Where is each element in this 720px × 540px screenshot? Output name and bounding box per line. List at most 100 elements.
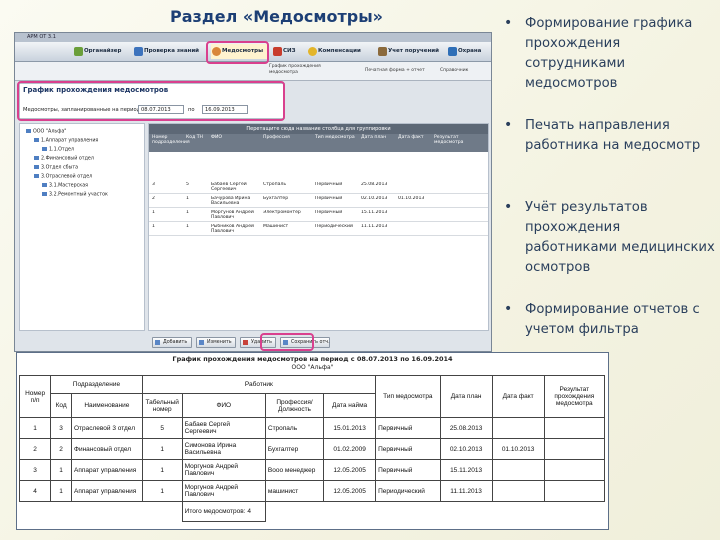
report-cell: 3 — [18, 459, 52, 481]
grid-cell: Бухгалтер — [263, 196, 289, 201]
report-cell — [491, 459, 545, 481]
knowledge-icon — [134, 47, 143, 56]
folder-icon — [34, 174, 39, 178]
grid-cell: Бабаев Сергей Сергеевич — [211, 182, 247, 192]
ribbon-bar: График прохождения медосмотра Печатная ф… — [15, 62, 491, 81]
grid-header-cell[interactable]: Профессия — [263, 135, 307, 140]
toolbar-knowledge-button[interactable]: Проверка знаний — [133, 44, 205, 59]
grid-header-cell[interactable]: Дата факт — [398, 135, 431, 140]
report-header-cell: Дата план — [439, 375, 493, 418]
report-cell: 11.11.2013 — [439, 480, 493, 502]
grid-cell: Бачурова Ирина Васильевна — [211, 196, 251, 206]
report-cell: Моргунов Андрей Павлович — [181, 459, 266, 481]
folder-icon — [34, 156, 39, 160]
folder-icon — [34, 165, 39, 169]
folder-icon — [42, 183, 47, 187]
grid-cell: 1 — [152, 210, 155, 215]
slide-heading: Раздел «Медосмотры» — [170, 7, 383, 26]
report-header-cell: Наименование — [71, 393, 143, 418]
report-cell: 2 — [18, 438, 52, 460]
grid-row[interactable]: 1 1 Моргунов Андрей Павлович Электромонтер П… — [149, 208, 488, 222]
add-icon — [155, 340, 160, 345]
folder-icon — [34, 138, 39, 142]
tree-node[interactable]: 1.1.Отдел — [42, 147, 74, 154]
bullet-text: Печать направления работника на медосмот… — [525, 118, 701, 153]
save-report-highlight — [260, 333, 314, 351]
grid-header-cell[interactable]: ФИО — [211, 135, 256, 140]
tree-node[interactable]: ООО "Альфа" — [26, 129, 66, 136]
grid-header-cell[interactable]: Номер подразделения — [152, 135, 190, 145]
report-cell: Вооо менеджер — [264, 459, 325, 481]
report-cell: Финансовый отдел — [71, 438, 143, 460]
grid-header-cell[interactable]: Код ТН — [186, 135, 208, 140]
grid-header-cell[interactable]: Тип медосмотра — [315, 135, 355, 140]
report-header-cell: Номер п/п — [18, 375, 52, 418]
add-button[interactable]: Добавить — [152, 337, 192, 348]
report-cell — [543, 459, 606, 481]
report-title: График прохождения медосмотров на период… — [172, 355, 453, 363]
grid-cell: 1 — [186, 224, 189, 229]
report-total-row: Итого медосмотров: 4 — [20, 501, 605, 522]
tree-node[interactable]: 3.1.Мастерская — [42, 183, 88, 190]
report-header-cell: ФИО — [181, 393, 266, 418]
tree-node-label: 3.2.Ремонтный участок — [49, 192, 108, 198]
report-header-cell: Табельный номер — [141, 393, 183, 418]
grid-cell: Первичный — [315, 210, 343, 215]
report-total-cell: Итого медосмотров: 4 — [181, 501, 266, 522]
ribbon-reference-button[interactable]: Справочник — [440, 68, 468, 74]
grid-cell: 3 — [152, 182, 155, 187]
report-cell: 2 — [50, 438, 72, 460]
report-cell: Моргунов Андрей Павлович — [181, 480, 266, 502]
toolbar-label: Проверка знаний — [144, 48, 200, 54]
app-window: АРМ ОТ 3.1 Органайзер Проверка знаний Ме… — [14, 32, 492, 352]
report-row: 2 2 Финансовый отдел 1 Симонова Ирина Василь… — [18, 438, 606, 460]
ribbon-schedule-button[interactable]: График прохождения медосмотра — [269, 64, 349, 76]
edit-icon — [199, 340, 204, 345]
tree-node[interactable]: 3.Отраслевой отдел — [34, 174, 92, 181]
grid-header: Номер подразделения Код ТН ФИО Профессия… — [149, 134, 488, 152]
ribbon-print-button[interactable]: Печатная форма + отчет — [365, 68, 425, 74]
report-row: 4 1 Аппарат управления 1 Моргунов Андрей Пав… — [18, 480, 606, 502]
tree-node[interactable]: 2.Финансовый отдел — [34, 156, 94, 163]
grid-cell: Моргунов Андрей Павлович — [211, 210, 254, 220]
coins-icon — [308, 47, 317, 56]
division-tree: ООО "Альфа" 1.Аппарат управления 1.1.Отд… — [19, 123, 145, 331]
report-header-cell: Код — [50, 393, 72, 418]
report-cell: Бабаев Сергей Сергеевич — [181, 417, 266, 439]
toolbar-tasks-button[interactable]: Учет поручений — [377, 44, 443, 59]
button-label: Изменить — [207, 340, 232, 345]
grid-row[interactable]: 2 1 Бачурова Ирина Васильевна Бухгалтер Перв… — [149, 194, 488, 208]
report-cell: 3 — [50, 417, 72, 439]
report-cell: 02.10.2013 — [439, 438, 493, 460]
report-header-cell: Дата найма — [323, 393, 377, 418]
toolbar-ppe-button[interactable]: СИЗ — [272, 44, 304, 59]
report-cell: 1 — [18, 417, 52, 439]
medical-tab-highlight — [206, 41, 269, 64]
tree-node[interactable]: 1.Аппарат управления — [34, 138, 98, 145]
report-cell: Отраслевой 3 отдел — [71, 417, 143, 439]
grid-row[interactable]: 3 5 Бабаев Сергей Сергеевич Стропаль Первичн… — [149, 180, 488, 194]
grid-cell: 2 — [152, 196, 155, 201]
grid-row[interactable]: 1 1 Рыбников Андрей Павлович Машинист Период… — [149, 222, 488, 236]
toolbar-label: Компенсации — [318, 48, 361, 54]
bullet-dot-icon: • — [504, 301, 513, 317]
tree-node[interactable]: 3.2.Ремонтный участок — [42, 192, 108, 199]
toolbar-safety-button[interactable]: Охрана — [447, 44, 489, 59]
tree-node-label: ООО "Альфа" — [33, 129, 67, 135]
report-row: 1 3 Отраслевой 3 отдел 5 Бабаев Сергей Серге… — [18, 417, 606, 439]
grid-header-cell[interactable]: Результат медосмотра — [434, 135, 486, 145]
grid-header-cell[interactable]: Дата план — [361, 135, 395, 140]
edit-button[interactable]: Изменить — [196, 337, 236, 348]
folder-icon — [26, 129, 31, 133]
report-cell: Периодический — [375, 480, 441, 502]
safety-icon — [448, 47, 457, 56]
ribbon-label: Печатная форма + отчет — [365, 68, 425, 73]
grid-cell: Периодический — [315, 224, 353, 229]
group-by-bar[interactable]: Перетащите сюда название столбца для гру… — [149, 124, 488, 134]
bullet-dot-icon: • — [504, 15, 513, 31]
toolbar-organizer-button[interactable]: Органайзер — [73, 44, 131, 59]
tree-node[interactable]: 3.Отдел сбыта — [34, 165, 78, 172]
delete-icon — [243, 340, 248, 345]
grid-cell: 1 — [186, 196, 189, 201]
toolbar-compensation-button[interactable]: Компенсации — [307, 44, 373, 59]
